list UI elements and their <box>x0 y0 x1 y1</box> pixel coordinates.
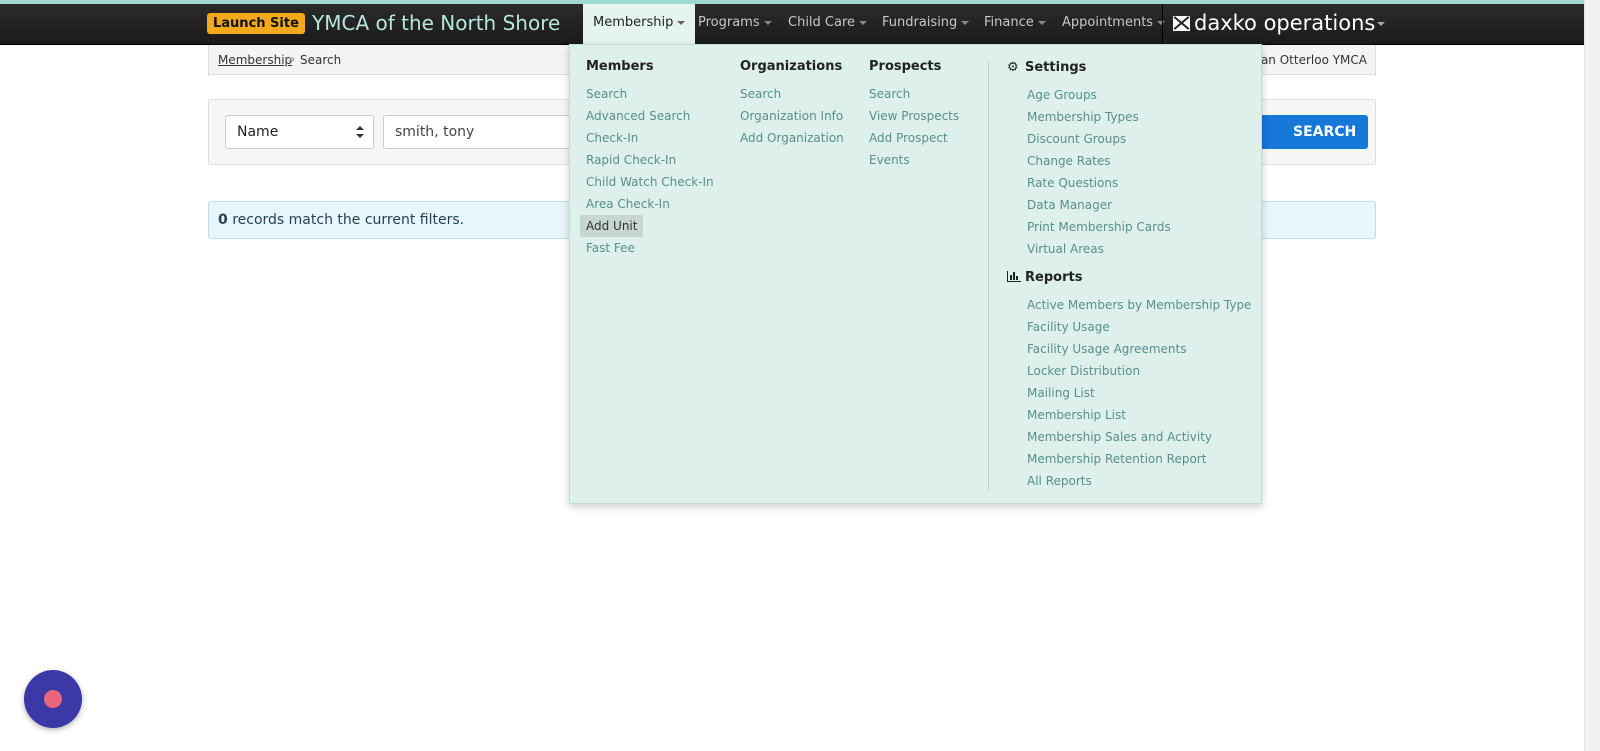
nav-finance[interactable]: Finance <box>984 4 1046 44</box>
menu-link-data-manager[interactable]: Data Manager <box>1007 194 1251 216</box>
menu-link-facility-usage[interactable]: Facility Usage <box>1007 316 1251 338</box>
menu-link-org-search[interactable]: Search <box>740 83 844 105</box>
menu-link-add-organization[interactable]: Add Organization <box>740 127 844 149</box>
menu-link-print-membership-cards[interactable]: Print Membership Cards <box>1007 216 1251 238</box>
nav-child-care-label: Child Care <box>788 15 856 30</box>
menu-link-organization-info[interactable]: Organization Info <box>740 105 844 127</box>
menu-spacer <box>1007 260 1251 270</box>
nav-appointments-label: Appointments <box>1062 15 1154 30</box>
menu-link-area-check-in[interactable]: Area Check-In <box>586 193 714 215</box>
bar-chart-icon <box>1007 271 1021 282</box>
nav-finance-label: Finance <box>984 15 1034 30</box>
menu-link-member-search[interactable]: Search <box>586 83 714 105</box>
nav-programs[interactable]: Programs <box>698 4 772 44</box>
menu-link-fast-fee[interactable]: Fast Fee <box>586 237 714 259</box>
menu-column-organizations: Organizations Search Organization Info A… <box>740 59 844 149</box>
chevron-down-icon <box>859 20 868 25</box>
menu-link-membership-retention-report[interactable]: Membership Retention Report <box>1007 448 1251 470</box>
menu-link-check-in[interactable]: Check-In <box>586 127 714 149</box>
menu-heading-organizations: Organizations <box>740 59 843 74</box>
results-count: 0 <box>218 212 228 228</box>
select-arrows-icon <box>356 126 364 138</box>
menu-link-locker-distribution[interactable]: Locker Distribution <box>1007 360 1251 382</box>
menu-link-child-watch-check-in[interactable]: Child Watch Check-In <box>586 171 714 193</box>
menu-link-add-unit[interactable]: Add Unit <box>580 215 644 237</box>
nav-programs-label: Programs <box>698 15 760 30</box>
menu-heading-settings: ⚙ Settings <box>1007 60 1251 78</box>
menu-link-membership-list[interactable]: Membership List <box>1007 404 1251 426</box>
menu-link-view-prospects[interactable]: View Prospects <box>869 105 959 127</box>
menu-link-rate-questions[interactable]: Rate Questions <box>1007 172 1251 194</box>
menu-link-active-members-report[interactable]: Active Members by Membership Type <box>1007 294 1251 316</box>
nav-membership[interactable]: Membership <box>583 4 696 44</box>
launch-site-button[interactable]: Launch Site <box>207 13 305 34</box>
top-navbar: Launch Site YMCA of the North Shore Memb… <box>0 4 1585 45</box>
product-switcher[interactable]: daxko operations <box>1162 4 1386 44</box>
site-brand-title[interactable]: YMCA of the North Shore <box>312 11 560 35</box>
chevron-down-icon <box>677 20 686 25</box>
chat-icon <box>44 690 62 708</box>
envelope-logo-icon <box>1173 16 1190 31</box>
breadcrumb-current: Search <box>300 53 342 67</box>
menu-link-discount-groups[interactable]: Discount Groups <box>1007 128 1251 150</box>
nav-fundraising[interactable]: Fundraising <box>882 4 970 44</box>
breadcrumb-separator: » <box>288 52 296 66</box>
menu-link-membership-sales-activity[interactable]: Membership Sales and Activity <box>1007 426 1251 448</box>
nav-appointments[interactable]: Appointments <box>1062 4 1166 44</box>
menu-heading-settings-label: Settings <box>1025 60 1087 75</box>
menu-link-rapid-check-in[interactable]: Rapid Check-In <box>586 149 714 171</box>
menu-link-change-rates[interactable]: Change Rates <box>1007 150 1251 172</box>
search-filter-value: Name <box>237 124 279 140</box>
chevron-down-icon <box>1377 22 1386 26</box>
search-filter-select[interactable]: Name <box>225 115 374 149</box>
menu-column-members: Members Search Advanced Search Check-In … <box>580 59 714 259</box>
menu-link-mailing-list[interactable]: Mailing List <box>1007 382 1251 404</box>
menu-link-prospect-search[interactable]: Search <box>869 83 959 105</box>
menu-link-facility-usage-agreements[interactable]: Facility Usage Agreements <box>1007 338 1251 360</box>
menu-link-virtual-areas[interactable]: Virtual Areas <box>1007 238 1251 260</box>
gear-icon: ⚙ <box>1007 60 1019 75</box>
breadcrumb-link-membership[interactable]: Membership <box>218 53 292 67</box>
page-scrollbar[interactable] <box>1584 0 1600 751</box>
menu-link-add-prospect[interactable]: Add Prospect <box>869 127 959 149</box>
chevron-down-icon <box>763 20 772 25</box>
menu-link-age-groups[interactable]: Age Groups <box>1007 84 1251 106</box>
menu-heading-prospects: Prospects <box>869 59 942 74</box>
menu-link-advanced-search[interactable]: Advanced Search <box>586 105 714 127</box>
product-name: daxko operations <box>1194 11 1376 35</box>
menu-divider <box>988 61 989 491</box>
menu-column-prospects: Prospects Search View Prospects Add Pros… <box>869 59 959 171</box>
menu-heading-reports: Reports <box>1007 270 1251 288</box>
chat-launcher-button[interactable] <box>24 670 82 728</box>
menu-link-events[interactable]: Events <box>869 149 959 171</box>
nav-fundraising-label: Fundraising <box>882 15 958 30</box>
menu-heading-reports-label: Reports <box>1025 270 1083 285</box>
chevron-down-icon <box>1037 20 1046 25</box>
association-name[interactable]: van Otterloo YMCA <box>1254 53 1367 67</box>
nav-child-care[interactable]: Child Care <box>788 4 868 44</box>
chevron-down-icon <box>961 20 970 25</box>
membership-dropdown-menu: Members Search Advanced Search Check-In … <box>569 44 1262 504</box>
nav-membership-label: Membership <box>593 15 674 30</box>
menu-link-membership-types[interactable]: Membership Types <box>1007 106 1251 128</box>
menu-link-all-reports[interactable]: All Reports <box>1007 470 1251 492</box>
menu-heading-members: Members <box>586 59 654 74</box>
results-text: records match the current filters. <box>232 212 465 228</box>
menu-column-settings-reports: ⚙ Settings Age Groups Membership Types Di… <box>1007 60 1251 492</box>
menu-item-wrap: Add Unit <box>580 215 714 237</box>
